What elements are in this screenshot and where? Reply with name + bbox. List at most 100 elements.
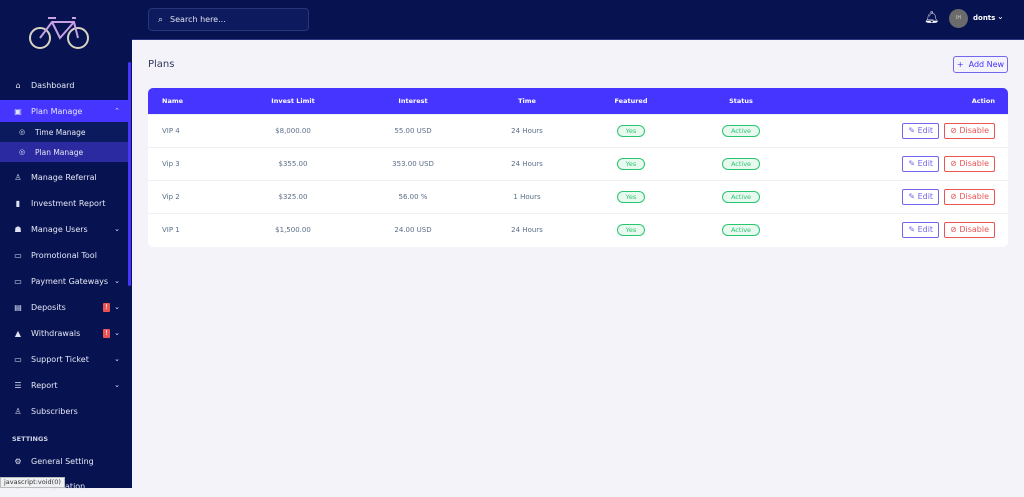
chevron-down-icon: ⌄ — [114, 355, 120, 363]
interest: 24.00 USD — [351, 212, 475, 246]
plan-name: Vip 3 — [148, 146, 235, 180]
table-row: Vip 3 $355.00 353.00 USD 24 Hours Yes Ac… — [148, 146, 1008, 180]
status-badge: Active — [721, 157, 761, 170]
sidebar-scrollbar[interactable] — [128, 62, 131, 286]
chevron-up-icon: ⌃ — [114, 107, 120, 115]
edit-button[interactable]: ✎ Edit — [902, 122, 940, 139]
featured-badge: Yes — [616, 157, 646, 170]
action-cell: ✎ Edit ⊘ Disable — [799, 212, 1008, 246]
edit-button[interactable]: ✎ Edit — [902, 221, 940, 238]
sidebar-item-label: Promotional Tool — [31, 250, 97, 260]
edit-label: Edit — [917, 158, 934, 168]
chevron-down-icon: ⌄ — [114, 329, 120, 337]
list-icon: ☰ — [14, 380, 22, 390]
sidebar-item-label: Dashboard — [31, 80, 75, 90]
edit-label: Edit — [917, 191, 934, 201]
disable-label: Disable — [959, 158, 989, 168]
col-time: Time — [475, 88, 579, 114]
sidebar-item-plan-manage[interactable]: ▣ Plan Manage ⌃ — [0, 100, 128, 122]
search-input[interactable]: ⌕ Search here... — [148, 8, 309, 31]
status-badge: Active — [721, 124, 761, 137]
sidebar: ⌂ Dashboard ▣ Plan Manage ⌃ ◎ Time Manage ◎ Plan… — [0, 0, 132, 491]
disable-button[interactable]: ⊘ Disable — [944, 122, 995, 139]
edit-button[interactable]: ✎ Edit — [902, 155, 940, 172]
featured-cell: Yes — [579, 146, 683, 180]
status-badge: Active — [721, 190, 761, 203]
sidebar-item-label: Manage Users — [31, 224, 88, 234]
invest-limit: $1,500.00 — [235, 212, 351, 246]
sidebar-item-dashboard[interactable]: ⌂ Dashboard — [0, 74, 128, 96]
plans-table: Name Invest Limit Interest Time Featured… — [148, 88, 1008, 246]
disable-button[interactable]: ⊘ Disable — [944, 221, 995, 238]
disable-button[interactable]: ⊘ Disable — [944, 188, 995, 205]
invest-limit: $325.00 — [235, 179, 351, 213]
bank-icon: ▲ — [14, 328, 22, 338]
table-row: Vip 2 $325.00 56.00 % 1 Hours Yes Active… — [148, 179, 1008, 213]
username[interactable]: donts — [973, 14, 995, 22]
gear-icon: ⚙ — [14, 456, 22, 466]
disable-button[interactable]: ⊘ Disable — [944, 155, 995, 172]
home-icon: ⌂ — [15, 80, 21, 90]
col-action: Action — [799, 88, 1008, 114]
sidebar-item-investment-report[interactable]: ▮ Investment Report — [0, 192, 128, 214]
bell-icon[interactable]: 🔔︎ — [924, 10, 939, 24]
status-cell: Active — [683, 113, 799, 147]
sidebar-item-general-setting[interactable]: ⚙ General Setting — [0, 450, 128, 472]
sidebar-item-manage-users[interactable]: ☗ Manage Users ⌄ — [0, 218, 128, 240]
sidebar-item-plan-manage[interactable]: ◎ Plan Manage — [0, 142, 128, 162]
sidebar-item-label: Payment Gateways — [31, 276, 109, 286]
sidebar-item-subscribers[interactable]: ♙ Subscribers — [0, 400, 128, 422]
eye-slash-icon: ⊘ — [950, 191, 960, 201]
sidebar-item-label: Report — [31, 380, 58, 390]
col-interest: Interest — [351, 88, 475, 114]
search-placeholder: Search here... — [170, 15, 226, 24]
interest: 55.00 USD — [351, 113, 475, 147]
chevron-down-icon: ⌄ — [114, 303, 120, 311]
time: 1 Hours — [475, 179, 579, 213]
credit-card-icon: ▭ — [14, 276, 22, 286]
eye-slash-icon: ⊘ — [950, 224, 960, 234]
search-icon: ⌕ — [158, 14, 164, 25]
sidebar-item-promotional-tool[interactable]: ▭ Promotional Tool — [0, 244, 128, 266]
ticket-icon: ▭ — [14, 354, 22, 364]
add-new-button[interactable]: + Add New — [953, 56, 1008, 73]
interest: 56.00 % — [351, 179, 475, 213]
chevron-down-icon[interactable]: ⌄ — [997, 12, 1004, 21]
alert-badge: ! — [103, 302, 111, 312]
edit-label: Edit — [917, 125, 934, 135]
sidebar-item-label: Time Manage — [35, 127, 86, 137]
sidebar-item-support-ticket[interactable]: ▭ Support Ticket ⌄ — [0, 348, 128, 370]
edit-button[interactable]: ✎ Edit — [902, 188, 940, 205]
plus-icon: + — [956, 60, 964, 69]
chevron-down-icon: ⌄ — [114, 277, 120, 285]
plan-name: Vip 2 — [148, 179, 235, 213]
table-row: VIP 4 $8,000.00 55.00 USD 24 Hours Yes A… — [148, 113, 1008, 147]
action-cell: ✎ Edit ⊘ Disable — [799, 113, 1008, 147]
sidebar-item-label: Withdrawals — [31, 328, 81, 338]
file-icon: ▤ — [14, 302, 22, 312]
time: 24 Hours — [475, 113, 579, 147]
sidebar-item-label: Investment Report — [31, 198, 106, 208]
col-featured: Featured — [579, 88, 683, 114]
thumbs-up-icon: ♙ — [14, 406, 22, 416]
featured-cell: Yes — [579, 212, 683, 246]
bicycle-logo[interactable] — [28, 14, 92, 50]
pencil-icon: ✎ — [908, 224, 918, 234]
disable-label: Disable — [959, 191, 989, 201]
status-cell: Active — [683, 146, 799, 180]
sidebar-item-label: Plan Manage — [31, 106, 83, 116]
pencil-icon: ✎ — [908, 191, 918, 201]
sidebar-item-time-manage[interactable]: ◎ Time Manage — [0, 122, 128, 142]
sidebar-item-report[interactable]: ☰ Report ⌄ — [0, 374, 128, 396]
settings-heading: SETTINGS — [12, 435, 49, 443]
featured-badge: Yes — [616, 190, 646, 203]
dot-circle-icon: ◎ — [18, 148, 26, 156]
pencil-icon: ✎ — [908, 158, 918, 168]
featured-badge: Yes — [616, 124, 646, 137]
sidebar-item-payment-gateways[interactable]: ▭ Payment Gateways ⌄ — [0, 270, 128, 292]
sidebar-item-deposits[interactable]: ▤ Deposits! ⌄ — [0, 296, 128, 318]
sidebar-item-manage-referral[interactable]: ♙ Manage Referral — [0, 166, 128, 188]
sidebar-item-withdrawals[interactable]: ▲ Withdrawals! ⌄ — [0, 322, 128, 344]
avatar[interactable]: IH — [949, 9, 968, 28]
invest-limit: $8,000.00 — [235, 113, 351, 147]
